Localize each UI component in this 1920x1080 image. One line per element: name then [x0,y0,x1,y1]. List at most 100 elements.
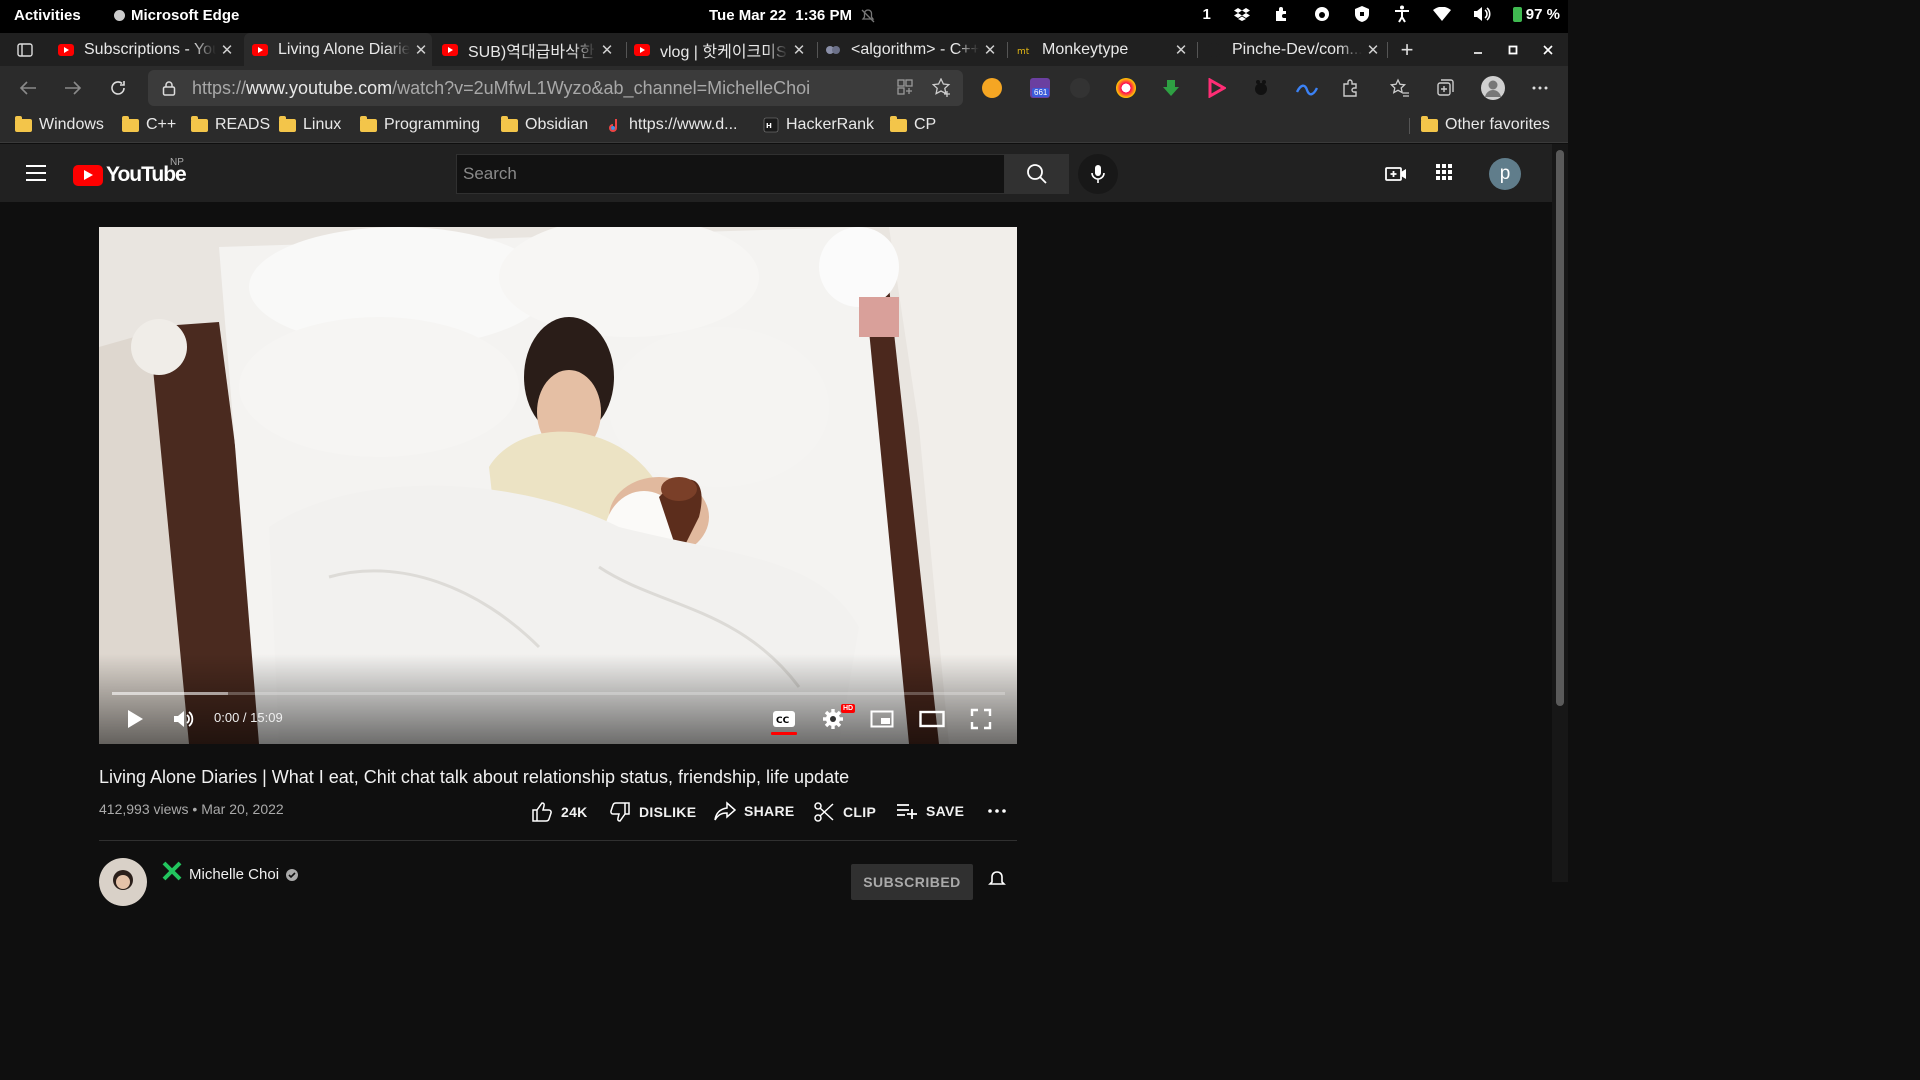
share-button[interactable]: SHARE [714,801,795,821]
new-tab-button[interactable]: + [1390,33,1424,66]
like-button[interactable]: 24K [531,801,588,823]
notification-bell-icon[interactable] [987,870,1007,890]
extension-icon-2[interactable]: 661 [1030,78,1050,98]
profile-icon[interactable] [1481,76,1505,100]
back-button[interactable] [16,76,40,100]
folder-icon [279,115,296,132]
favorites-icon[interactable] [1390,78,1410,98]
search-input[interactable] [457,155,1004,193]
app-available-icon[interactable] [896,78,916,98]
cpp-reference-icon [825,42,841,58]
miniplayer-button[interactable] [869,706,895,732]
app-menu[interactable]: Microsoft Edge [114,7,239,24]
extension-icon-1[interactable] [982,78,1002,98]
wave-extension-icon[interactable] [1296,78,1318,98]
tab-living-alone-diaries[interactable]: Living Alone Diaries ✕ [244,33,432,66]
voice-search-button[interactable] [1078,154,1118,194]
favorite-link-d[interactable]: https://www.d... [606,116,737,134]
clock[interactable]: Tue Mar 22 1:36 PM [709,7,875,24]
favorite-obsidian[interactable]: Obsidian [501,115,588,134]
vertical-tabs-icon[interactable] [13,38,37,62]
minimize-button[interactable] [1461,33,1495,66]
favorite-windows[interactable]: Windows [15,115,104,134]
save-button[interactable]: SAVE [896,801,964,821]
accessibility-icon[interactable] [1393,5,1411,23]
other-favorites[interactable]: Other favorites [1421,115,1550,134]
tab-title: Living Alone Diaries [278,40,410,58]
close-tab-icon[interactable]: ✕ [596,41,618,59]
tab-cpp-algorithm[interactable]: <algorithm> - C++ ✕ [825,33,1001,66]
create-video-button[interactable] [1384,162,1408,186]
channel-avatar[interactable] [99,858,147,906]
wifi-icon[interactable] [1432,5,1451,23]
dropbox-icon[interactable] [1233,5,1251,23]
play-extension-icon[interactable] [1206,78,1226,98]
search-button[interactable] [1005,154,1069,194]
close-tab-icon[interactable]: ✕ [1170,41,1192,59]
address-bar[interactable]: https://www.youtube.com/watch?v=2uMfwL1W… [148,70,963,106]
close-window-button[interactable] [1531,33,1565,66]
workspace-indicator[interactable]: 1 [1202,6,1210,23]
youtube-logo[interactable]: YouTube NP [73,157,187,187]
menu-icon[interactable] [26,165,46,186]
favorite-cpp[interactable]: C++ [122,115,176,134]
dislike-button[interactable]: DISLIKE [609,801,696,823]
battery-indicator[interactable]: 97 % [1512,6,1560,23]
favorite-linux[interactable]: Linux [279,115,341,134]
app-name: Microsoft Edge [131,7,240,24]
close-tab-icon[interactable]: ✕ [1362,41,1384,59]
maximize-button[interactable] [1496,33,1530,66]
scrollbar-thumb[interactable] [1556,150,1564,706]
close-tab-icon[interactable]: ✕ [788,41,810,59]
favorite-programming[interactable]: Programming [360,115,480,134]
shield-icon[interactable] [1353,5,1371,23]
download-extension-icon[interactable] [1161,78,1181,98]
refresh-button[interactable] [106,76,130,100]
thumbs-down-icon [610,802,630,822]
extensions-puzzle-icon[interactable] [1341,78,1361,98]
tampermonkey-icon[interactable] [1251,78,1271,98]
tab-title: vlog | 핫케이크미S [660,43,787,61]
cloud-icon[interactable] [1313,5,1331,23]
tab-monkeytype[interactable]: mt Monkeytype ✕ [1016,33,1192,66]
account-avatar[interactable]: p [1489,158,1521,190]
channel-name-row[interactable]: Michelle Choi [162,861,299,883]
subtitles-button[interactable]: CC [771,706,797,732]
tab-title: Pinche-Dev/com... [1232,40,1362,58]
fullscreen-button[interactable] [968,706,994,732]
activities-button[interactable]: Activities [14,7,81,24]
tab-vlog[interactable]: vlog | 핫케이크미S ✕ [634,33,810,66]
page-scrollbar[interactable] [1552,144,1568,882]
favorite-hackerrank[interactable]: H HackerRank [763,116,874,134]
add-favorite-icon[interactable] [932,78,952,98]
close-tab-icon[interactable]: ✕ [979,41,1001,59]
collections-icon[interactable] [1435,78,1455,98]
apps-button[interactable] [1434,162,1458,186]
tab-strip: Subscriptions - YouTube ✕ Living Alone D… [0,33,1568,66]
more-horizontal-icon [988,809,1006,813]
play-button[interactable] [122,706,148,732]
more-actions-button[interactable] [987,801,1007,821]
extension-icon-3[interactable] [1070,78,1090,98]
video-player[interactable]: 0:00 / 15:09 CC HD [99,227,1017,744]
forward-button[interactable] [61,76,85,100]
time-label: 1:36 PM [795,7,852,24]
close-tab-icon[interactable]: ✕ [216,41,238,59]
progress-bar[interactable] [112,692,1005,695]
clip-button[interactable]: CLIP [813,801,876,823]
extension-icon-4[interactable] [1116,78,1136,98]
puzzle-icon[interactable] [1273,5,1291,23]
favorite-cp[interactable]: CP [890,115,936,134]
theater-mode-button[interactable] [919,706,945,732]
time-display: 0:00 / 15:09 [214,710,283,725]
volume-icon[interactable] [1473,5,1491,23]
close-tab-icon[interactable]: ✕ [410,41,432,59]
tab-sub-korean-video[interactable]: SUB)역대급바삭한 ✕ [442,33,618,66]
lock-icon[interactable] [162,80,176,96]
mute-button[interactable] [171,706,197,732]
favorite-reads[interactable]: READS [191,115,270,134]
tab-subscriptions[interactable]: Subscriptions - YouTube ✕ [58,33,238,66]
subscribe-button[interactable]: SUBSCRIBED [851,864,973,900]
tab-github-pinche-dev[interactable]: Pinche-Dev/com... ✕ [1206,33,1384,66]
settings-more-icon[interactable] [1530,78,1550,98]
